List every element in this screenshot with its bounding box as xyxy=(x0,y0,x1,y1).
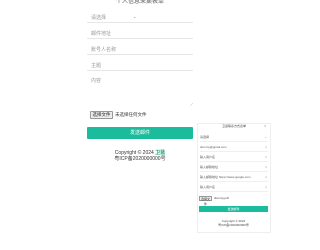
email-field[interactable]: 邮件地址 xyxy=(87,27,193,39)
name-field[interactable]: 账号人名称 xyxy=(87,43,193,55)
clear-icon[interactable]: × xyxy=(265,185,267,189)
file-status: 未选择任何文件 xyxy=(115,112,147,117)
chevron-down-icon: ⌄ xyxy=(264,135,267,139)
panel-submit-button[interactable]: 发送邮件 xyxy=(199,206,268,212)
subject-placeholder: 主题 xyxy=(91,63,102,69)
panel-name-field[interactable]: 输入用户名 × xyxy=(200,154,268,162)
chevron-down-icon: ⌄ xyxy=(133,14,137,19)
panel-row-label: 请选择 xyxy=(200,135,210,139)
panel-title: 卫蓝联系方式表单 xyxy=(221,124,246,128)
close-icon[interactable]: × xyxy=(264,123,266,128)
panel-row-label: dummy@gmail.com xyxy=(200,145,227,149)
email-placeholder: 邮件地址 xyxy=(91,31,112,37)
message-textarea[interactable]: 内容 ⟋ xyxy=(87,73,193,107)
panel-footer: Copyright © 2024 粤ICP备2020000000号 xyxy=(199,219,268,227)
clear-icon[interactable]: × xyxy=(265,175,267,179)
subject-field[interactable]: 主题 xyxy=(87,59,193,71)
category-select[interactable]: 请选择 ⌄ xyxy=(87,11,193,23)
panel-select[interactable]: 请选择 ⌄ xyxy=(200,134,268,142)
panel-row-label: 输入用户名 xyxy=(200,155,216,159)
resize-handle-icon[interactable]: ⟋ xyxy=(190,102,193,107)
panel-url-field[interactable]: 输入邮箱地址 https://www.google.com × xyxy=(200,174,268,182)
name-placeholder: 账号人名称 xyxy=(91,47,117,53)
message-placeholder: 内容 xyxy=(91,78,102,84)
choose-file-button[interactable]: 选择文件 xyxy=(90,111,113,119)
clear-icon[interactable]: × xyxy=(265,155,267,159)
panel-file-status: dummy.pdf xyxy=(214,196,229,200)
panel-choose-file-button[interactable]: 选择文件 xyxy=(199,196,212,206)
panel-icp: 粤ICP备2020000000号 xyxy=(218,223,249,227)
clear-icon[interactable]: × xyxy=(265,165,267,169)
form-title: 个人信息采集表单 xyxy=(115,0,164,5)
panel-row-label: 输入用户名 xyxy=(200,185,216,189)
panel-email-field[interactable]: dummy@gmail.com × xyxy=(200,144,268,152)
clear-icon[interactable]: × xyxy=(265,145,267,149)
category-select-placeholder: 请选择 xyxy=(91,15,107,21)
submit-button[interactable]: 发送邮件 xyxy=(87,127,193,139)
footer-copyright: Copyright © 2024 卫蓝 粤ICP备2020000000号 xyxy=(87,150,193,162)
panel-row-label: 输入邮箱地址 xyxy=(200,165,219,169)
panel-row-label: 输入邮箱地址 https://www.google.com xyxy=(200,175,251,179)
panel-user-field[interactable]: 输入用户名 × xyxy=(200,184,268,192)
icp-text[interactable]: 粤ICP备2020000000号 xyxy=(114,156,165,162)
panel-address-field[interactable]: 输入邮箱地址 × xyxy=(200,164,268,172)
